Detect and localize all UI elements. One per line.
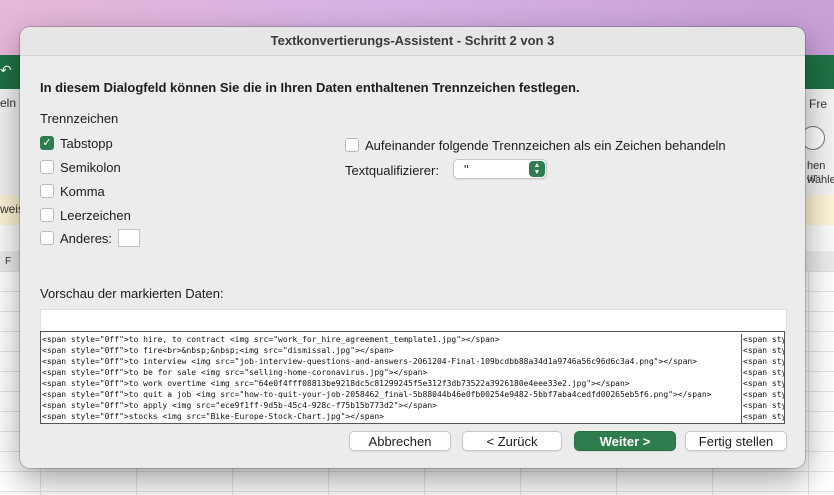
column-header-f: F	[5, 256, 12, 267]
text-import-wizard-dialog: Textkonvertierungs-Assistent - Schritt 2…	[20, 27, 805, 468]
tab-checkbox[interactable]	[40, 136, 54, 150]
preview-side-line: <span sty	[743, 335, 785, 344]
preview-column-2: <span sty <span sty <span sty <span sty …	[741, 334, 785, 423]
delimiters-group-label: Trennzeichen	[40, 111, 119, 126]
text-qualifier-label: Textqualifizierer:	[345, 163, 439, 178]
text-qualifier-value: "	[464, 162, 469, 177]
preview-side-line: <span sty	[743, 390, 785, 399]
preview-line: <span style="0ff">to quit a job <img src…	[42, 390, 712, 399]
consecutive-checkbox[interactable]	[345, 138, 359, 152]
other-checkbox[interactable]	[40, 231, 54, 245]
delimiter-comma-option[interactable]: Komma	[40, 182, 105, 200]
delimiter-other-option[interactable]: Anderes:	[40, 229, 141, 247]
preview-line: <span style="0ff">to apply <img src="ece…	[42, 401, 437, 410]
tab-label: Tabstopp	[60, 135, 113, 151]
semicolon-checkbox[interactable]	[40, 160, 54, 174]
next-button[interactable]: Weiter >	[574, 431, 676, 451]
preview-side-line: <span sty	[743, 412, 785, 421]
cancel-button[interactable]: Abbrechen	[349, 431, 451, 451]
data-preview-box[interactable]: <span style="0ff">to hire, to contract <…	[40, 331, 785, 424]
back-button[interactable]: < Zurück	[462, 431, 562, 451]
ribbon-text-left: eln	[0, 96, 17, 110]
preview-column-1: <span style="0ff">to hire, to contract <…	[41, 334, 741, 423]
preview-label: Vorschau der markierten Daten:	[40, 286, 224, 301]
preview-line: <span style="0ff">to interview <img src=…	[42, 357, 698, 366]
other-delimiter-input[interactable]	[118, 229, 141, 247]
dialog-instruction: In diesem Dialogfeld können Sie die in I…	[40, 80, 580, 95]
preview-side-line: <span sty	[743, 368, 785, 377]
updown-chevron-icon: ▲ ▼	[529, 161, 545, 177]
ribbon-text-right: Fre	[809, 97, 827, 111]
consecutive-label: Aufeinander folgende Trennzeichen als ei…	[365, 137, 726, 153]
preview-line: <span style="0ff">to be for sale <img sr…	[42, 368, 428, 377]
preview-line: <span style="0ff">to work overtime <img …	[42, 379, 630, 388]
preview-side-line: <span sty	[743, 401, 785, 410]
comma-checkbox[interactable]	[40, 184, 54, 198]
preview-side-line: <span sty	[743, 379, 785, 388]
preview-header-area	[40, 309, 787, 333]
preview-side-line: <span sty	[743, 357, 785, 366]
text-qualifier-select[interactable]: " ▲ ▼	[453, 159, 547, 179]
space-label: Leerzeichen	[60, 207, 131, 223]
finish-button[interactable]: Fertig stellen	[685, 431, 787, 451]
ribbon-text-right-3: wähle	[807, 174, 834, 186]
preview-line: <span style="0ff">to fire<br>&nbsp;&nbsp…	[42, 346, 394, 355]
preview-line: <span style="0ff">to hire, to contract <…	[42, 335, 500, 344]
preview-side-line: <span sty	[743, 346, 785, 355]
space-checkbox[interactable]	[40, 208, 54, 222]
delimiter-tab-option[interactable]: Tabstopp	[40, 134, 113, 152]
delimiter-space-option[interactable]: Leerzeichen	[40, 206, 131, 224]
comma-label: Komma	[60, 183, 105, 199]
preview-line: <span style="0ff">stocks <img src="Bike-…	[42, 412, 384, 421]
other-label: Anderes:	[60, 230, 113, 246]
consecutive-delimiters-option[interactable]: Aufeinander folgende Trennzeichen als ei…	[345, 136, 726, 154]
delimiter-semicolon-option[interactable]: Semikolon	[40, 158, 121, 176]
undo-icon: ↶	[0, 62, 12, 78]
dialog-title: Textkonvertierungs-Assistent - Schritt 2…	[20, 27, 805, 56]
semicolon-label: Semikolon	[60, 159, 121, 175]
